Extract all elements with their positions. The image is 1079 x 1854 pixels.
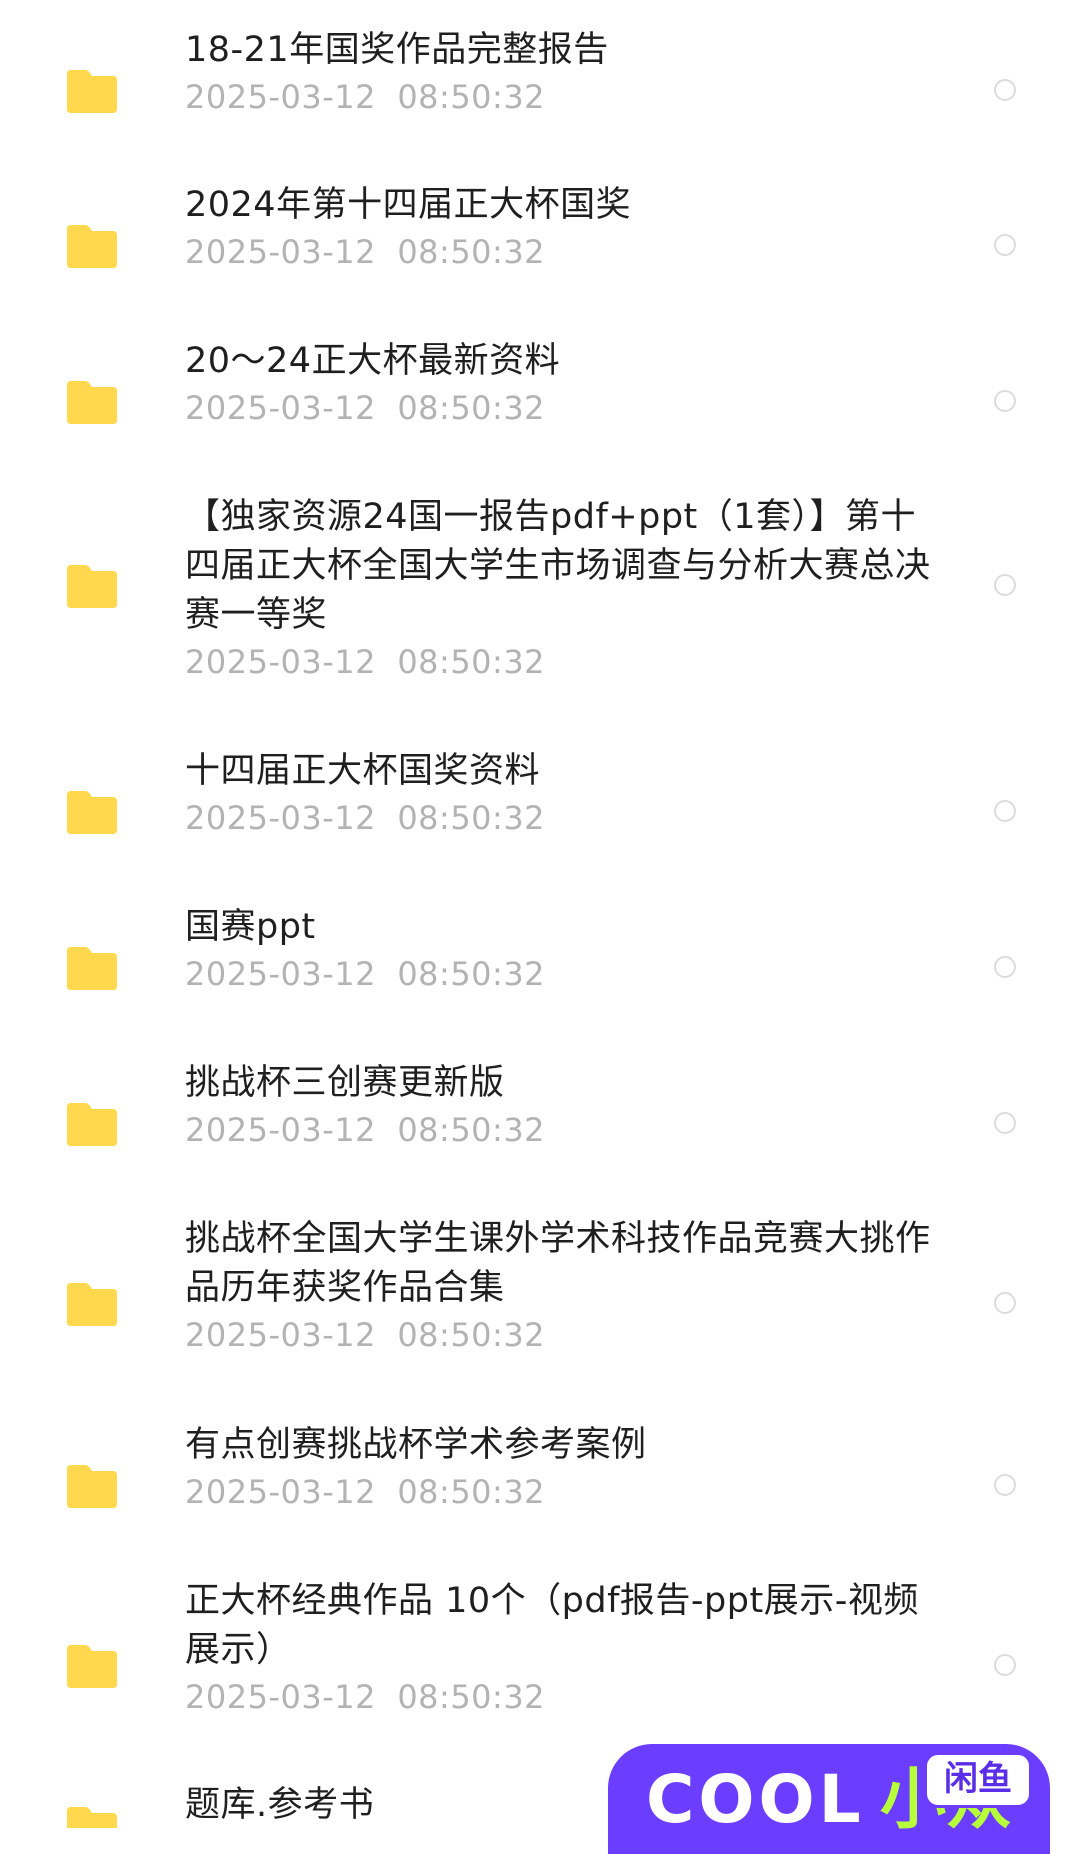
item-title: 2024年第十四届正大杯国奖 [185,185,632,225]
item-title: 正大杯经典作品 10个（pdf报告-ppt展示-视频展示） [185,1581,919,1670]
list-item[interactable]: 挑战杯全国大学生课外学术科技作品竞赛大挑作品历年获奖作品合集 2025-03-1… [0,1209,1079,1389]
list-item[interactable]: 18-21年国奖作品完整报告 2025-03-12 08:50:32 [0,20,1079,160]
item-title: 国赛ppt [185,907,316,947]
list-item[interactable]: 【独家资源24国一报告pdf+ppt（1套）】第十四届正大杯全国大学生市场调查与… [0,487,1079,687]
item-title: 十四届正大杯国奖资料 [185,751,541,791]
select-radio[interactable] [994,800,1016,822]
select-radio[interactable] [994,1112,1016,1134]
list-item[interactable]: 2024年第十四届正大杯国奖 2025-03-12 08:50:32 [0,175,1079,315]
badge-tag: 闲鱼 [924,1752,1032,1808]
folder-icon [64,379,120,425]
folder-icon [64,563,120,609]
list-item[interactable]: 挑战杯三创赛更新版 2025-03-12 08:50:32 [0,1053,1079,1193]
item-date: 2025-03-12 08:50:32 [185,233,546,271]
folder-icon [64,1805,120,1828]
select-radio[interactable] [994,79,1016,101]
folder-icon [64,1643,120,1689]
badge-brand-text: COOL [646,1761,865,1838]
item-title: 【独家资源24国一报告pdf+ppt（1套）】第十四届正大杯全国大学生市场调查与… [185,497,931,635]
item-date: 2025-03-12 08:50:32 [185,1678,546,1716]
item-date: 2025-03-12 08:50:32 [185,1473,546,1511]
folder-icon [64,945,120,991]
item-title: 有点创赛挑战杯学术参考案例 [185,1425,647,1465]
folder-icon [64,1463,120,1509]
select-radio[interactable] [994,1474,1016,1496]
item-date: 2025-03-12 08:50:32 [185,78,546,116]
item-date: 2025-03-12 08:50:32 [185,1316,546,1354]
item-title: 挑战杯三创赛更新版 [185,1063,505,1103]
select-radio[interactable] [994,234,1016,256]
watermark-badge: COOL 小众 闲鱼 [608,1744,1050,1854]
item-title: 20～24正大杯最新资料 [185,341,561,381]
list-item[interactable]: 国赛ppt 2025-03-12 08:50:32 [0,897,1079,1037]
list-item[interactable]: 20～24正大杯最新资料 2025-03-12 08:50:32 [0,331,1079,471]
folder-icon [64,789,120,835]
list-item[interactable]: 有点创赛挑战杯学术参考案例 2025-03-12 08:50:32 [0,1415,1079,1555]
item-date: 2025-03-12 08:50:32 [185,799,546,837]
folder-icon [64,1281,120,1327]
item-title: 挑战杯全国大学生课外学术科技作品竞赛大挑作品历年获奖作品合集 [185,1219,931,1308]
item-title: 18-21年国奖作品完整报告 [185,30,609,70]
folder-icon [64,223,120,269]
select-radio[interactable] [994,956,1016,978]
folder-icon [64,68,120,114]
select-radio[interactable] [994,574,1016,596]
item-date: 2025-03-12 08:50:32 [185,955,546,993]
item-date: 2025-03-12 08:50:32 [185,1111,546,1149]
item-date: 2025-03-12 08:50:32 [185,643,546,681]
select-radio[interactable] [994,1654,1016,1676]
folder-icon [64,1101,120,1147]
select-radio[interactable] [994,390,1016,412]
list-item[interactable]: 正大杯经典作品 10个（pdf报告-ppt展示-视频展示） 2025-03-12… [0,1571,1079,1751]
select-radio[interactable] [994,1292,1016,1314]
list-item[interactable]: 十四届正大杯国奖资料 2025-03-12 08:50:32 [0,741,1079,881]
item-date: 2025-03-12 08:50:32 [185,389,546,427]
